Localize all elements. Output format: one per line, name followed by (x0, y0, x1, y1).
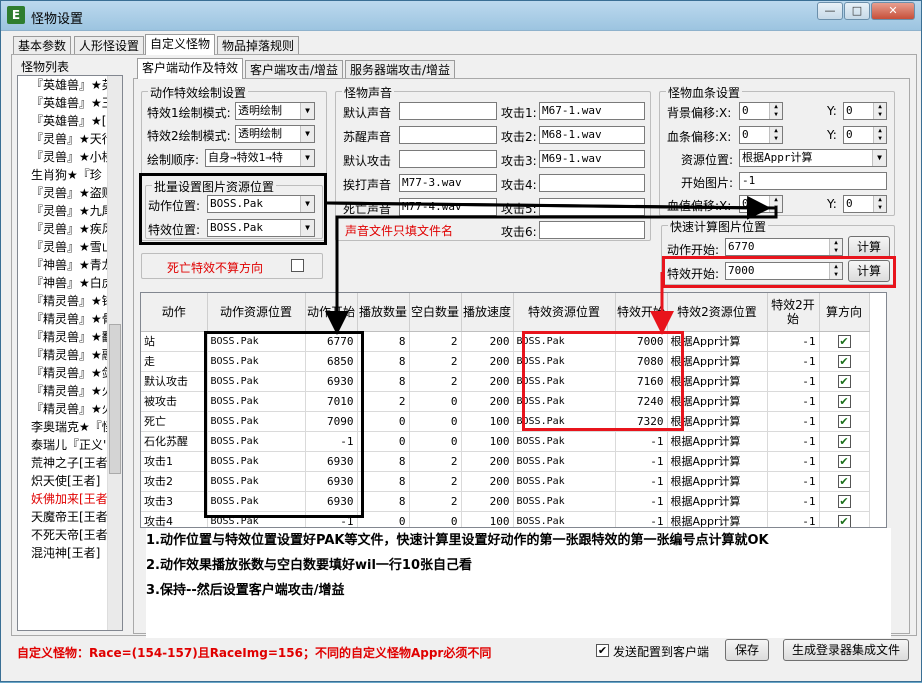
arrow-batch-to-table (325, 201, 778, 335)
app-window: E 怪物设置 — □ ✕ 基本参数 人形怪设置 自定义怪物 物品掉落规则 怪物列… (0, 0, 922, 682)
tab-custom-monster[interactable]: 自定义怪物 (145, 34, 216, 55)
tab-client-action[interactable]: 客户端动作及特效 (137, 58, 244, 79)
arrow-batch-right (326, 195, 771, 220)
annotation-arrows (325, 195, 778, 335)
